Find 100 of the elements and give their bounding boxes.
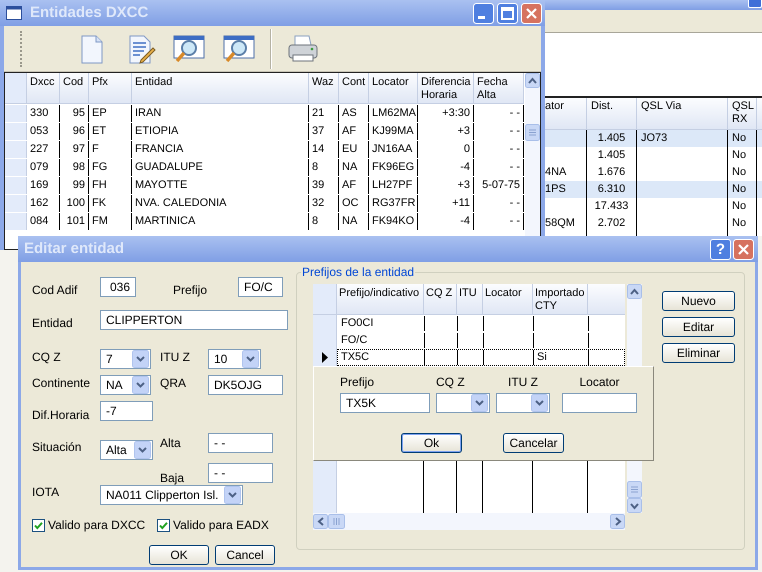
continent-dropdown[interactable]: NA (100, 375, 151, 395)
status-dropdown[interactable]: Alta (100, 440, 153, 460)
minimize-button[interactable] (473, 2, 494, 24)
table-cell: - - (510, 143, 520, 155)
column-header[interactable]: CQ Z (424, 284, 457, 314)
maximize-button[interactable] (497, 2, 518, 24)
itu-zone-dropdown[interactable]: 10 (208, 349, 261, 369)
column-header[interactable]: Locator (369, 73, 418, 103)
table-cell: 084 (30, 215, 48, 227)
dropdown[interactable] (436, 393, 490, 413)
table-cell: 0 (464, 143, 470, 155)
minimize-button[interactable] (748, 0, 762, 8)
table-cell: FH (92, 179, 107, 191)
qra-field[interactable]: DK5OJG (208, 375, 283, 395)
dropdown[interactable] (496, 393, 550, 413)
table-cell: FG (92, 161, 108, 173)
search-window-icon[interactable] (172, 32, 206, 64)
ok-button[interactable]: Ok (401, 433, 462, 453)
scrollbar-thumb[interactable] (525, 124, 540, 141)
column-header[interactable]: Dxcc (27, 73, 60, 103)
column-header[interactable]: Pfx (89, 73, 132, 103)
table-cell: 5-07-75 (482, 179, 520, 191)
action-button[interactable]: Nuevo (662, 291, 735, 311)
cancel-button[interactable]: Cancelar (503, 433, 564, 453)
help-button[interactable]: ? (710, 238, 731, 260)
table-cell: FK96EG (372, 161, 414, 173)
column-header[interactable]: ator (545, 98, 587, 129)
column-header[interactable]: Prefijo/indicativo (337, 284, 424, 314)
table-cell: 101 (66, 215, 85, 227)
text-field[interactable] (562, 393, 637, 413)
close-button[interactable] (521, 2, 542, 24)
table-row[interactable]: FO0CI (337, 315, 625, 332)
table-cell: EU (342, 143, 358, 155)
field-label: Dif.Horaria (32, 407, 90, 424)
scroll-right-button[interactable] (610, 514, 625, 529)
table-cell: FK (92, 197, 106, 209)
table-cell: FO0CI (341, 317, 374, 329)
time-offset-field[interactable]: -7 (100, 401, 153, 421)
table-cell: FM (92, 215, 108, 227)
iota-dropdown[interactable]: NA011 Clipperton Isl. (100, 485, 243, 505)
text-field[interactable]: TX5K (340, 393, 430, 413)
column-header[interactable]: ITU (457, 284, 483, 314)
table-cell: 17.433 (594, 200, 628, 212)
table-row[interactable]: 1.405 JO73 No (545, 130, 762, 147)
table-row[interactable]: 1PS 6.310 No (545, 181, 762, 198)
cod-adif-field[interactable]: 036 (100, 277, 136, 297)
checkbox[interactable] (32, 518, 45, 532)
scroll-down-button[interactable] (627, 498, 642, 513)
action-button[interactable]: Editar (662, 317, 735, 337)
cq-zone-dropdown[interactable]: 7 (100, 349, 151, 369)
field-label: Locator (579, 375, 620, 391)
current-row-icon (322, 352, 328, 363)
field-label: Valido para EADX (173, 517, 269, 534)
table-cell: IRAN (135, 107, 162, 119)
entity-field[interactable]: CLIPPERTON (100, 310, 288, 330)
table-cell: No (732, 166, 746, 178)
column-header[interactable]: Importado CTY (533, 284, 588, 314)
column-header[interactable]: Diferencia Horaria (418, 73, 474, 103)
table-cell: 8 (312, 161, 318, 173)
scroll-left-button[interactable] (313, 514, 328, 529)
table-cell: NA (342, 161, 358, 173)
checkbox[interactable] (157, 518, 170, 532)
column-header[interactable]: Entidad (132, 73, 309, 103)
column-header[interactable]: QSL RX (728, 98, 757, 129)
table-cell: 39 (312, 179, 324, 191)
table-cell: 1.405 (598, 132, 626, 144)
table-cell: 079 (30, 161, 48, 173)
prefix-field[interactable]: FO/C (238, 277, 283, 297)
column-header[interactable]: Locator (483, 284, 533, 314)
column-header[interactable]: Cont (339, 73, 369, 103)
scroll-up-button[interactable] (525, 73, 540, 88)
row-header[interactable] (313, 349, 337, 366)
table-cell: AF (342, 179, 356, 191)
field-label: IOTA (32, 484, 60, 501)
scroll-up-button[interactable] (627, 284, 642, 299)
close-button[interactable] (733, 238, 754, 260)
cancel-button[interactable]: Cancel (215, 545, 275, 565)
column-header[interactable]: QSL Via (637, 98, 728, 129)
date-field[interactable]: - - (208, 463, 273, 483)
search-window-icon[interactable] (222, 32, 256, 64)
table-cell: 330 (30, 107, 48, 119)
table-cell: 21 (312, 107, 324, 119)
column-header[interactable]: Cod (60, 73, 89, 103)
printer-icon[interactable] (286, 32, 320, 64)
date-field[interactable]: - - (208, 433, 273, 453)
table-cell: 169 (30, 179, 48, 191)
ok-button[interactable]: OK (149, 545, 209, 565)
table-cell: FK94KO (372, 215, 414, 227)
table-cell: JN16AA (372, 143, 412, 155)
column-header[interactable]: Waz (309, 73, 339, 103)
column-header[interactable]: Fecha Alta (474, 73, 524, 103)
column-header[interactable]: Dist. (587, 98, 637, 129)
table-row[interactable]: FO/C (337, 332, 625, 349)
field-label: Prefijo (173, 282, 208, 299)
table-cell: +3 (457, 125, 470, 137)
scrollbar-thumb[interactable] (627, 481, 642, 498)
table-cell: - - (510, 215, 520, 227)
scrollbar-thumb[interactable] (328, 514, 345, 529)
field-label: Cod Adif (32, 282, 78, 299)
action-button[interactable]: Eliminar (662, 343, 735, 363)
